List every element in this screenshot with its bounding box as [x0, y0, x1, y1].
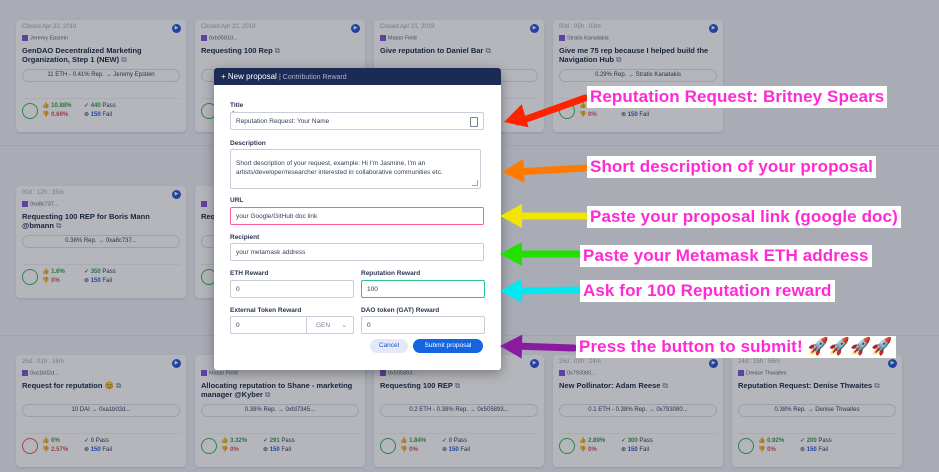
- annotation-arrow: [500, 204, 589, 228]
- annotation-arrow: [500, 278, 582, 303]
- annotation-recipient: Paste your Metamask ETH address: [580, 245, 872, 267]
- annotation-title: Reputation Request: Britney Spears: [587, 86, 888, 108]
- annotation-arrow: [500, 242, 582, 266]
- annotation-arrows: [500, 94, 589, 359]
- annotation-submit: Press the button to submit! 🚀🚀🚀🚀: [576, 336, 896, 358]
- annotation-reputation: Ask for 100 Reputation reward: [580, 280, 835, 302]
- annotation-arrow: [504, 94, 589, 128]
- annotation-url: Paste your proposal link (google doc): [587, 206, 901, 228]
- annotation-description: Short description of your proposal: [587, 156, 876, 178]
- annotation-arrow: [500, 334, 578, 359]
- annotation-arrow: [502, 158, 589, 183]
